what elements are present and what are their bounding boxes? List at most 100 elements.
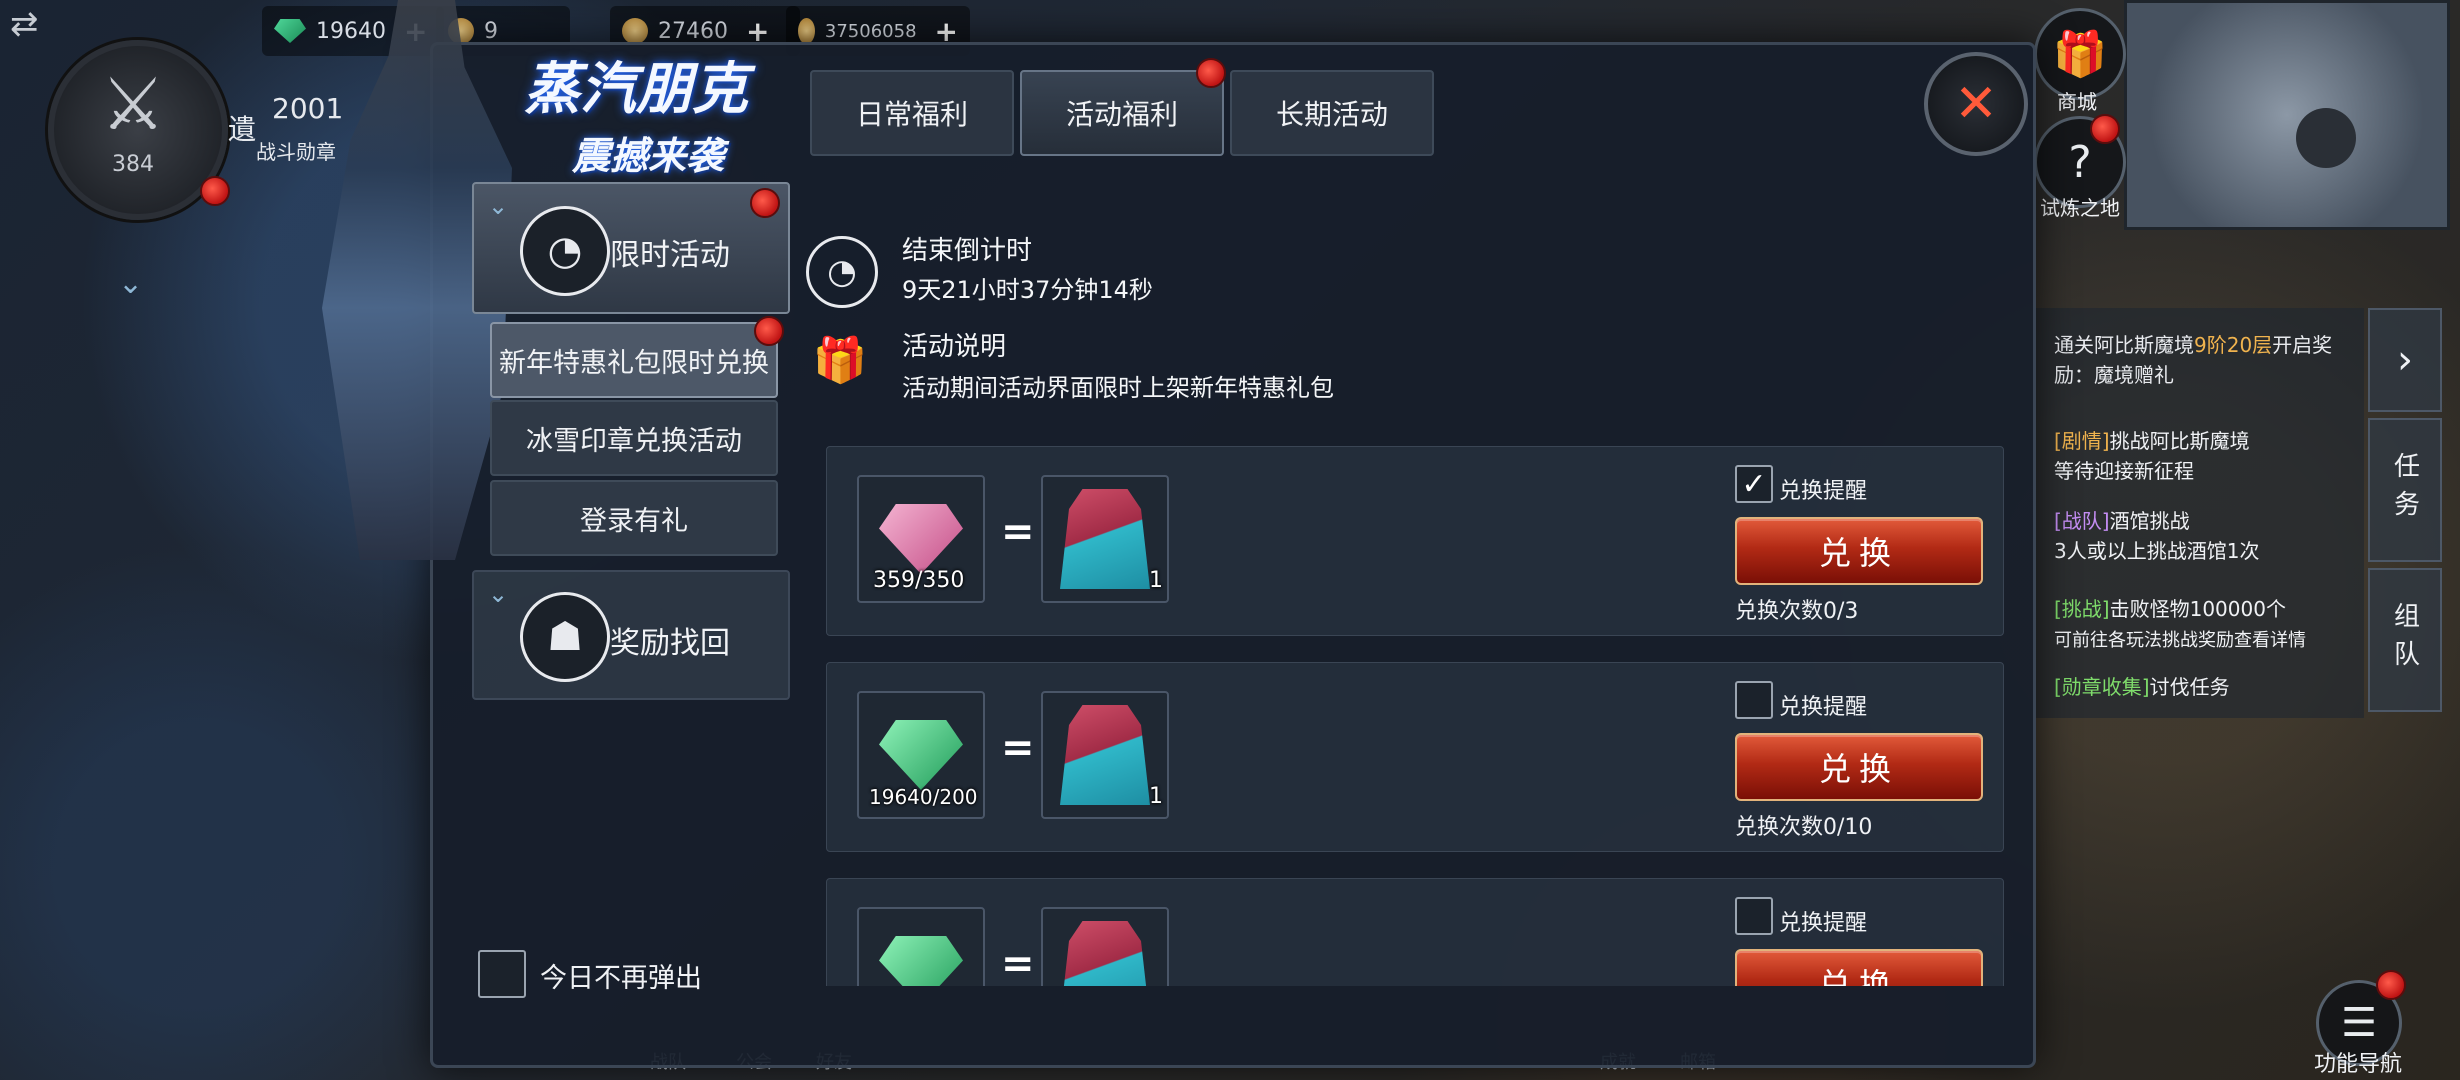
reminder-checkbox[interactable]: [1735, 897, 1773, 935]
sub-item-new-year-notification-dot: [754, 316, 784, 346]
collapse-chevron-icon: ⌄: [488, 192, 509, 220]
close-button[interactable]: ✕: [1924, 52, 2028, 156]
gift-box-icon: 🎁: [812, 335, 868, 386]
quest-detail: 等待迎接新征程: [2054, 459, 2194, 483]
equals-sign: =: [1001, 509, 1035, 555]
tab-daily-welfare[interactable]: 日常福利: [810, 70, 1014, 156]
tab-activity-notification-dot: [1196, 58, 1226, 88]
gold-icon: [798, 18, 815, 44]
input-item-slot[interactable]: 19640/200: [857, 691, 985, 819]
collapse-chevron-icon: ⌄: [488, 580, 509, 608]
exchange-row: 359/350 = 1 ✓ 兑换提醒 兑换 兑换次数0/3: [826, 446, 2004, 636]
exchange-button[interactable]: 兑换: [1735, 517, 1983, 585]
quest-detail: 3人或以上挑战酒馆1次: [2054, 539, 2260, 563]
input-count: 19640/200: [869, 785, 978, 809]
green-gem-icon: [879, 720, 963, 790]
recovery-icon: ☗: [520, 592, 610, 682]
chevron-right-icon: ›: [2397, 337, 2413, 383]
shop-label: 商城: [2057, 90, 2097, 114]
output-item-slot[interactable]: [1041, 907, 1169, 986]
trial-notification-dot: [2090, 114, 2120, 144]
quest-title: 讨伐任务: [2149, 675, 2230, 699]
output-item-slot[interactable]: 1: [1041, 691, 1169, 819]
gift-bag-icon: [1060, 921, 1150, 986]
quest-item-2[interactable]: [挑战]击败怪物100000个 可前往各玩法挑战奖励查看详情: [2054, 594, 2354, 656]
pink-gem-icon: [879, 504, 963, 574]
category-limited-activity[interactable]: ⌄ ◔ 限时活动: [472, 182, 790, 314]
quest-tag: [挑战]: [2054, 597, 2110, 621]
sub-item-new-year-pack[interactable]: 新年特惠礼包限时兑换: [490, 322, 778, 398]
battle-medal-label: 战斗勋章: [256, 140, 336, 164]
back-arrow-icon[interactable]: ⇄: [10, 4, 74, 44]
quest-title: 酒馆挑战: [2109, 509, 2190, 533]
quest-panel-expand-button[interactable]: ›: [2368, 308, 2442, 412]
reminder-checkbox[interactable]: [1735, 681, 1773, 719]
category-label: 限时活动: [610, 238, 730, 273]
quest-intro-highlight: 9阶20层: [2194, 333, 2273, 357]
gift-bag-icon: [1060, 705, 1150, 805]
sub-item-ice-seal-exchange[interactable]: 冰雪印章兑换活动: [490, 400, 778, 476]
question-icon: ?: [2068, 136, 2092, 188]
sub-item-login-reward[interactable]: 登录有礼: [490, 480, 778, 556]
close-icon: ✕: [1954, 74, 1998, 134]
timer-icon: ◔: [520, 206, 610, 296]
gem-icon: [274, 19, 306, 43]
tab-tasks[interactable]: 任务: [2368, 418, 2442, 562]
category-reward-recovery[interactable]: ⌄ ☗ 奖励找回: [472, 570, 790, 700]
exchange-list[interactable]: 359/350 = 1 ✓ 兑换提醒 兑换 兑换次数0/3 19640/200 …: [826, 446, 2006, 986]
no-popup-today-label: 今日不再弹出: [540, 963, 702, 994]
medal-icon: [622, 18, 648, 44]
function-nav-label: 功能导航: [2313, 1052, 2402, 1077]
exchange-count: 兑换次数0/10: [1735, 815, 1873, 840]
reminder-label: 兑换提醒: [1779, 911, 1868, 936]
description-label: 活动说明: [902, 332, 1007, 362]
exchange-row: = 兑换提醒 兑换: [826, 878, 2004, 986]
tab-long-term[interactable]: 长期活动: [1230, 70, 1434, 156]
guild-crest-icon: ⚔: [100, 62, 166, 146]
gift-bag-icon: [1060, 489, 1150, 589]
category-limited-notification-dot: [750, 188, 780, 218]
resource-2-amount: 9: [484, 18, 498, 44]
quest-title: 击败怪物100000个: [2109, 597, 2286, 621]
countdown-label: 结束倒计时: [902, 236, 1033, 266]
reminder-checkbox[interactable]: ✓: [1735, 465, 1773, 503]
output-count: 1: [1149, 784, 1163, 809]
quest-tag: [战队]: [2054, 509, 2110, 533]
input-item-slot[interactable]: 359/350: [857, 475, 985, 603]
player-level: 384: [112, 152, 154, 177]
no-popup-today-checkbox[interactable]: [478, 950, 526, 998]
popup-title: 蒸汽朋克 震撼来袭: [524, 44, 784, 180]
exchange-button[interactable]: 兑换: [1735, 733, 1983, 801]
quest-tag: [勋章收集]: [2054, 675, 2150, 699]
quest-panel[interactable]: 通关阿比斯魔境9阶20层开启奖励：魔境赠礼 [剧情]挑战阿比斯魔境 等待迎接新征…: [2034, 308, 2364, 718]
output-item-slot[interactable]: 1: [1041, 475, 1169, 603]
minimap-compass-icon: [2296, 108, 2356, 168]
description-text: 活动期间活动界面限时上架新年特惠礼包: [902, 374, 1334, 402]
avatar-notification-dot: [200, 176, 230, 206]
popup-title-line2: 震撼来袭: [572, 133, 725, 178]
popup-title-line1: 蒸汽朋克: [524, 56, 748, 122]
quest-intro: 通关阿比斯魔境9阶20层开启奖励：魔境赠礼: [2054, 333, 2333, 387]
minimap[interactable]: [2124, 0, 2450, 230]
reminder-label: 兑换提醒: [1779, 695, 1868, 720]
resource-3-amount: 27460: [658, 18, 728, 44]
exchange-button[interactable]: 兑换: [1735, 949, 1983, 986]
trial-label: 试炼之地: [2040, 196, 2120, 220]
countdown-icon: ◔: [806, 236, 878, 308]
expand-chevron-icon[interactable]: ⌄: [118, 266, 143, 301]
input-count: 359/350: [873, 568, 965, 593]
quest-detail: 可前往各玩法挑战奖励查看详情: [2054, 630, 2306, 651]
output-count: 1: [1149, 568, 1163, 593]
gift-icon: 🎁: [2052, 29, 2108, 80]
gem-amount: 19640: [316, 18, 386, 44]
tab-activity-welfare[interactable]: 活动福利: [1020, 70, 1224, 156]
exchange-row: 19640/200 = 1 兑换提醒 兑换 兑换次数0/10: [826, 662, 2004, 852]
equals-sign: =: [1001, 941, 1035, 986]
left-hud-text: 遺: [228, 113, 257, 146]
function-nav-notification-dot: [2376, 970, 2406, 1000]
input-item-slot[interactable]: [857, 907, 985, 986]
quest-item-3[interactable]: [勋章收集]讨伐任务: [2054, 672, 2354, 702]
quest-item-0[interactable]: [剧情]挑战阿比斯魔境 等待迎接新征程: [2054, 426, 2354, 486]
tab-team[interactable]: 组队: [2368, 568, 2442, 712]
quest-item-1[interactable]: [战队]酒馆挑战 3人或以上挑战酒馆1次: [2054, 506, 2354, 566]
